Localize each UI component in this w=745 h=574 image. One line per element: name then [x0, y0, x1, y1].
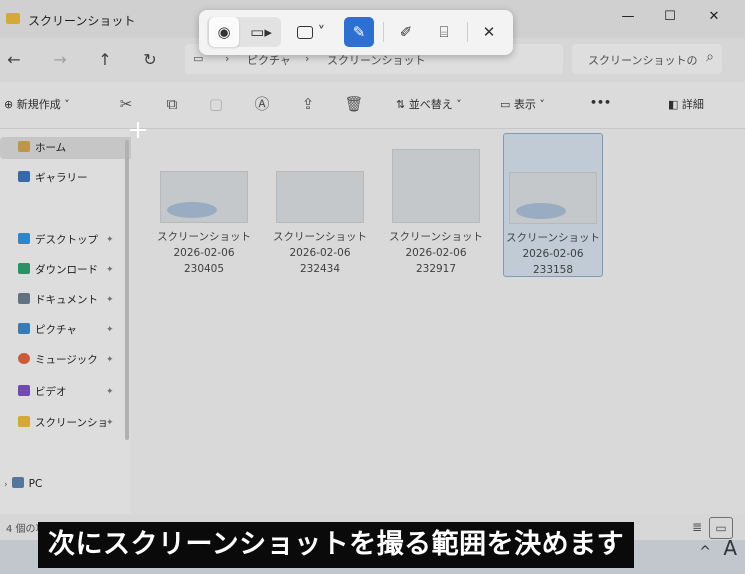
divider: [383, 22, 384, 42]
rectangle-mode-dropdown[interactable]: ˅: [293, 17, 329, 47]
text-action-icon[interactable]: ⌸: [429, 17, 459, 47]
file-explorer-window: スクリーンショット — ☐ ✕ ← → ↑ ↻ ▭ › ピクチャ › スクリーン…: [0, 0, 745, 574]
tray-chevron-icon[interactable]: ^: [699, 544, 711, 560]
divider: [467, 22, 468, 42]
highlighter-icon[interactable]: ✐: [391, 17, 421, 47]
capture-overlay: [0, 0, 745, 574]
video-record-icon[interactable]: ▭▸: [246, 17, 276, 47]
video-caption: 次にスクリーンショットを撮る範囲を決めます: [38, 522, 635, 568]
font-a-icon[interactable]: A: [723, 536, 737, 560]
close-snip-button[interactable]: ✕: [474, 17, 504, 47]
rectangle-icon: [296, 26, 313, 39]
crosshair-cursor-icon: [130, 122, 146, 138]
snipping-toolbar: ◉ ▭▸ ˅ ✎ ✐ ⌸ ✕: [199, 10, 513, 55]
camera-icon[interactable]: ◉: [209, 17, 239, 47]
pen-edit-icon[interactable]: ✎: [344, 17, 374, 47]
